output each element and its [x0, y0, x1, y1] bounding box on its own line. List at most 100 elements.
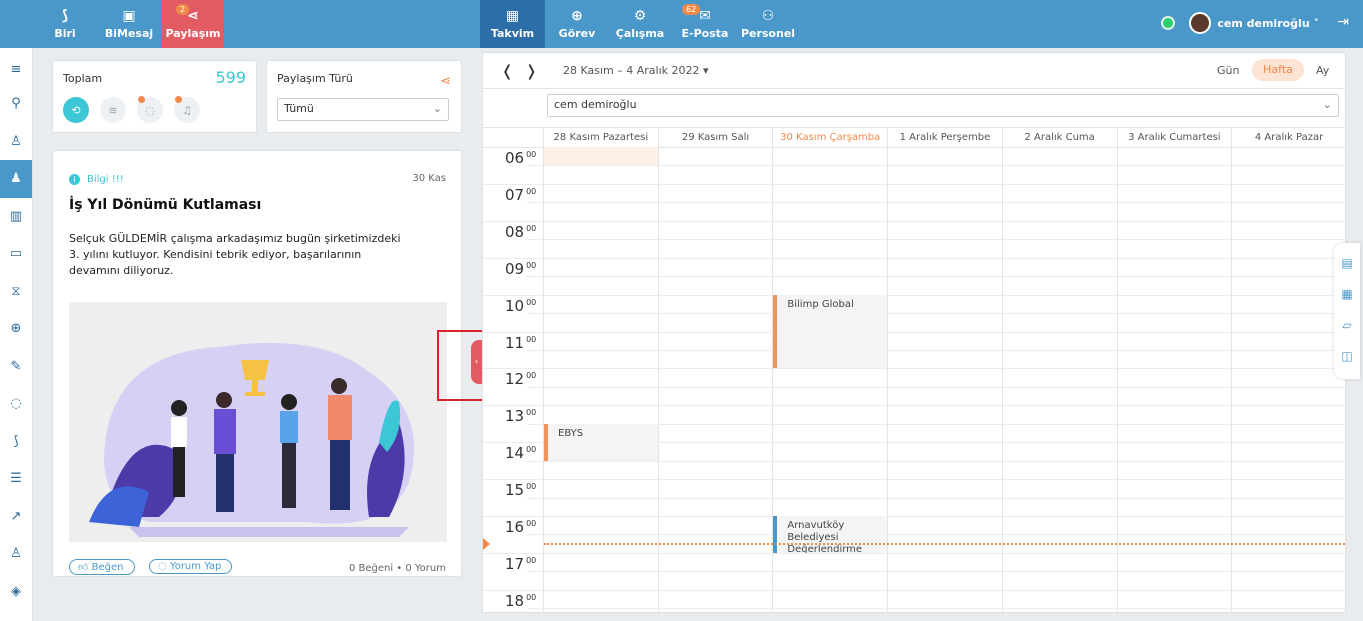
day-column-line [1231, 128, 1233, 614]
notification-badge: 2 [176, 4, 190, 15]
hour-label: 15 00 [505, 481, 565, 499]
day-header[interactable]: 28 Kasım Pazartesi [543, 128, 658, 147]
document-icon[interactable]: ▤ [1334, 247, 1360, 278]
person-select[interactable]: cem demiroğlu ⌄ [547, 94, 1339, 117]
minute-value: 00 [526, 334, 537, 344]
half-hour-line [527, 239, 1345, 241]
nav-label: BiMesaj [104, 27, 154, 40]
gear-icon: ⚙ [633, 8, 647, 24]
logout-icon[interactable]: ⇥ [1337, 14, 1349, 30]
nav-eposta[interactable]: 62 ✉ E-Posta [680, 0, 730, 48]
person-value: cem demiroğlu [554, 98, 637, 111]
wifi-icon[interactable]: ≋ [100, 97, 126, 123]
crosshair-icon[interactable]: ⊕ [0, 310, 32, 348]
view-day-button[interactable]: Gün [1217, 64, 1239, 77]
like-button[interactable]: 👍︎ Beğen [69, 559, 135, 575]
day-header[interactable]: 1 Aralık Perşembe [887, 128, 1002, 147]
sidebar: ≡ ⚲ ♙ ♟ ▥ ▭ ⧖ ⊕ ✎ ◌ ⟆ ☰ ↗ ♙ ◈ [0, 48, 33, 621]
prev-week-button[interactable]: ❬ [501, 62, 514, 80]
hour-value: 06 [505, 149, 525, 167]
minute-value: 00 [526, 482, 537, 492]
nav-label: Paylaşım [165, 27, 221, 40]
day-header[interactable]: 2 Aralık Cuma [1001, 128, 1117, 147]
half-hour-line [527, 608, 1345, 610]
refresh-icon[interactable]: ⟲ [63, 97, 89, 123]
hour-label: 17 00 [505, 555, 565, 573]
table-icon[interactable]: ▦ [1334, 278, 1360, 309]
note-icon[interactable]: ◫ [1334, 340, 1360, 371]
date-range-dropdown[interactable]: 28 Kasım – 4 Aralık 2022 ▾ [563, 64, 709, 77]
comment-button[interactable]: ◌ Yorum Yap [149, 559, 233, 574]
online-status-icon [1161, 16, 1176, 30]
feed-icon[interactable]: ⟆ [0, 423, 32, 461]
hour-line [483, 589, 1345, 591]
folder-open-icon[interactable]: ▱ [1334, 309, 1360, 340]
half-hour-line [527, 313, 1345, 315]
minute-value: 00 [526, 371, 537, 381]
nav-personel[interactable]: ⚇ Personel [741, 0, 795, 48]
day-header[interactable]: 4 Aralık Pazar [1231, 128, 1346, 147]
day-header[interactable]: 29 Kasım Salı [657, 128, 773, 147]
user-menu[interactable]: cem demiroğlu ˅ [1161, 12, 1319, 34]
comment-label: Yorum Yap [169, 561, 222, 572]
next-week-button[interactable]: ❭ [525, 62, 538, 80]
half-hour-line [527, 349, 1345, 351]
post-tag: Bilgi !!! [87, 174, 124, 185]
nav-label: Görev [558, 27, 596, 40]
chevron-down-icon: ⌄ [1322, 98, 1332, 111]
chevron-down-icon: ⌄ [432, 102, 442, 115]
nav-bimesaj[interactable]: ▣ BiMesaj [100, 0, 158, 48]
day-header[interactable]: 3 Aralık Cumartesi [1116, 128, 1232, 147]
hour-label: 18 00 [505, 592, 565, 610]
menu-icon[interactable]: ≡ [0, 54, 32, 85]
calendar-event[interactable]: EBYS [544, 423, 658, 461]
calendar-event[interactable]: Arnavutköy Belediyesi Değerlendirme [773, 516, 888, 553]
caret-down-icon: ▾ [703, 64, 709, 77]
minute-value: 00 [526, 555, 537, 565]
nav-label: Çalışma [615, 27, 665, 40]
person-walk-icon[interactable]: ♙ [0, 123, 32, 161]
hour-label: 10 00 [505, 297, 565, 315]
nav-calisma[interactable]: ⚙ Çalışma [614, 0, 666, 48]
hour-label: 12 00 [505, 370, 565, 388]
nav-takvim[interactable]: ▦ Takvim [480, 0, 545, 48]
user-search-icon[interactable]: ♙ [0, 535, 32, 573]
share-icon[interactable]: ⋖ [440, 74, 451, 89]
export-icon[interactable]: ↗ [0, 498, 32, 536]
pin-icon[interactable]: ✎ [0, 348, 32, 386]
half-hour-line [527, 534, 1345, 536]
comment-icon[interactable]: ◌ [0, 385, 32, 423]
people-icon: ⚇ [761, 8, 775, 24]
hour-line [483, 516, 1345, 517]
share-type-select[interactable]: Tümü ⌄ [277, 98, 449, 121]
view-month-button[interactable]: Ay [1316, 64, 1329, 77]
monitor-icon[interactable]: ▭ [0, 235, 32, 273]
day-header[interactable]: 30 Kasım Çarşamba [772, 128, 887, 147]
minute-value: 00 [526, 408, 537, 418]
top-bar: ⟆ Biri ▣ BiMesaj 2 ⋖ Paylaşım ▦ Takvim ⊕… [0, 0, 1363, 48]
view-week-button[interactable]: Hafta [1252, 59, 1304, 81]
hour-value: 18 [505, 591, 525, 610]
hour-label: 07 00 [505, 186, 565, 204]
minute-value: 00 [526, 223, 537, 233]
hour-value: 11 [505, 333, 525, 352]
half-hour-line [527, 460, 1345, 462]
user-icon[interactable]: ♟ [0, 160, 32, 198]
nav-biri[interactable]: ⟆ Biri [44, 0, 86, 48]
nav-gorev[interactable]: ⊕ Görev [555, 0, 599, 48]
search-icon[interactable]: ⚲ [0, 85, 32, 123]
book-icon[interactable]: ▥ [0, 198, 32, 236]
minute-value: 00 [526, 150, 537, 159]
nav-paylasim[interactable]: 2 ⋖ Paylaşım [162, 0, 224, 48]
layers-icon[interactable]: ◈ [0, 573, 32, 611]
hourglass-icon[interactable]: ⧖ [0, 273, 32, 311]
notification-dot [138, 96, 145, 103]
calendar-event[interactable]: Bilimp Global [773, 294, 888, 369]
hour-label: 06 00 [505, 149, 565, 167]
list-icon[interactable]: ☰ [0, 460, 32, 498]
half-hour-line [527, 571, 1345, 573]
current-time-marker [483, 538, 490, 550]
post-body: Selçuk GÜLDEMİR çalışma arkadaşımız bugü… [69, 232, 401, 277]
minute-value: 00 [526, 445, 537, 455]
half-hour-line [527, 276, 1345, 278]
